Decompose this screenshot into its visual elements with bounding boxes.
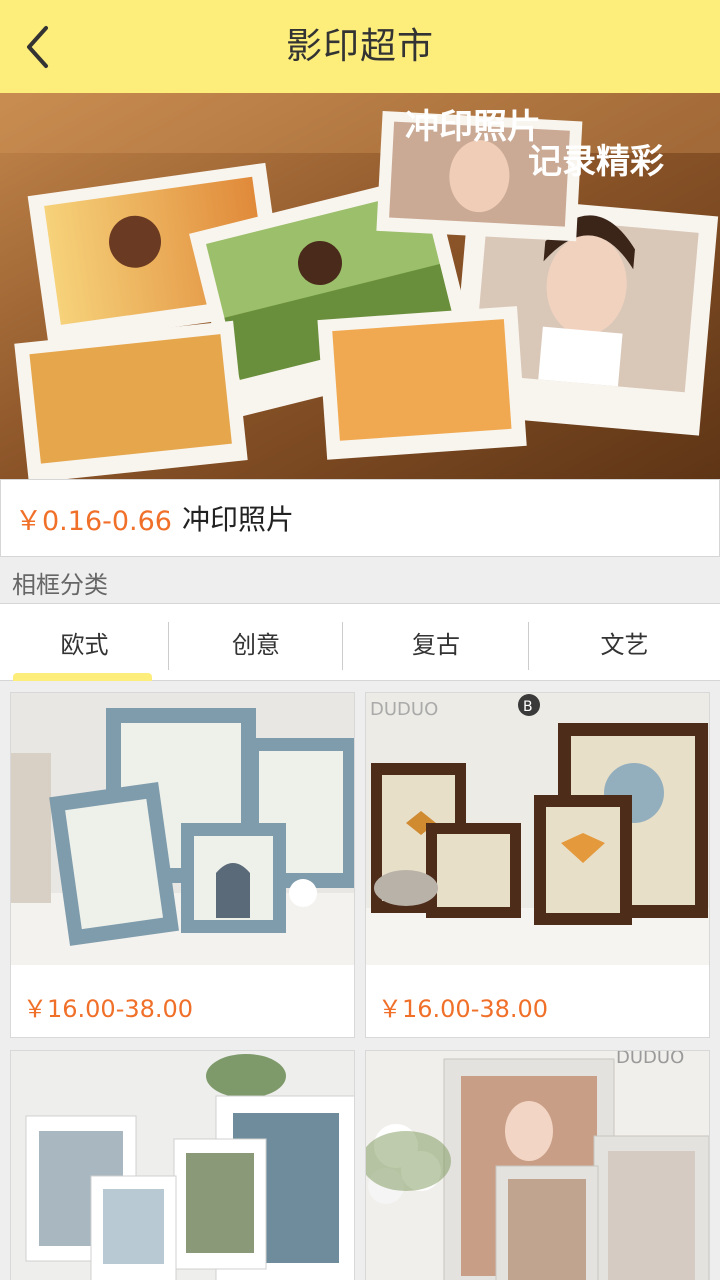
top-bar: 影印超市 [0,0,720,93]
page-title: 影印超市 [285,26,434,67]
category-tabs: 欧式 创意 复古 文艺 [0,603,720,681]
tab-european[interactable]: 欧式 [0,604,169,681]
banner-line2: 记录精彩 [528,142,664,182]
brand-watermark: DUDUO [616,1051,684,1068]
tab-artsy[interactable]: 文艺 [529,604,720,680]
product-image: DUDUO [366,1051,709,1280]
product-card[interactable]: DUDUO [365,1050,710,1280]
featured-product[interactable]: ￥0.16-0.66 冲印照片 [0,479,720,557]
product-image [11,693,354,965]
active-tab-indicator [13,673,152,681]
svg-text:B: B [523,699,533,715]
banner-line1: 冲印照片 [405,107,541,147]
product-card[interactable]: DUDUO B ￥16.00-38.00 [365,692,710,1038]
product-card[interactable] [10,1050,355,1280]
tab-retro[interactable]: 复古 [343,604,529,680]
section-label: 相框分类 [12,571,108,599]
product-price: ￥16.00-38.00 [378,995,549,1023]
featured-name: 冲印照片 [181,503,294,536]
banner-image[interactable]: 冲印照片 记录精彩 [0,93,720,479]
product-image: DUDUO B [366,693,709,965]
tab-creative[interactable]: 创意 [169,604,343,680]
product-image [11,1051,354,1280]
featured-price: ￥0.16-0.66 [15,505,172,537]
brand-watermark: DUDUO [370,699,438,720]
product-price: ￥16.00-38.00 [23,995,194,1023]
product-card[interactable]: ￥16.00-38.00 [10,692,355,1038]
